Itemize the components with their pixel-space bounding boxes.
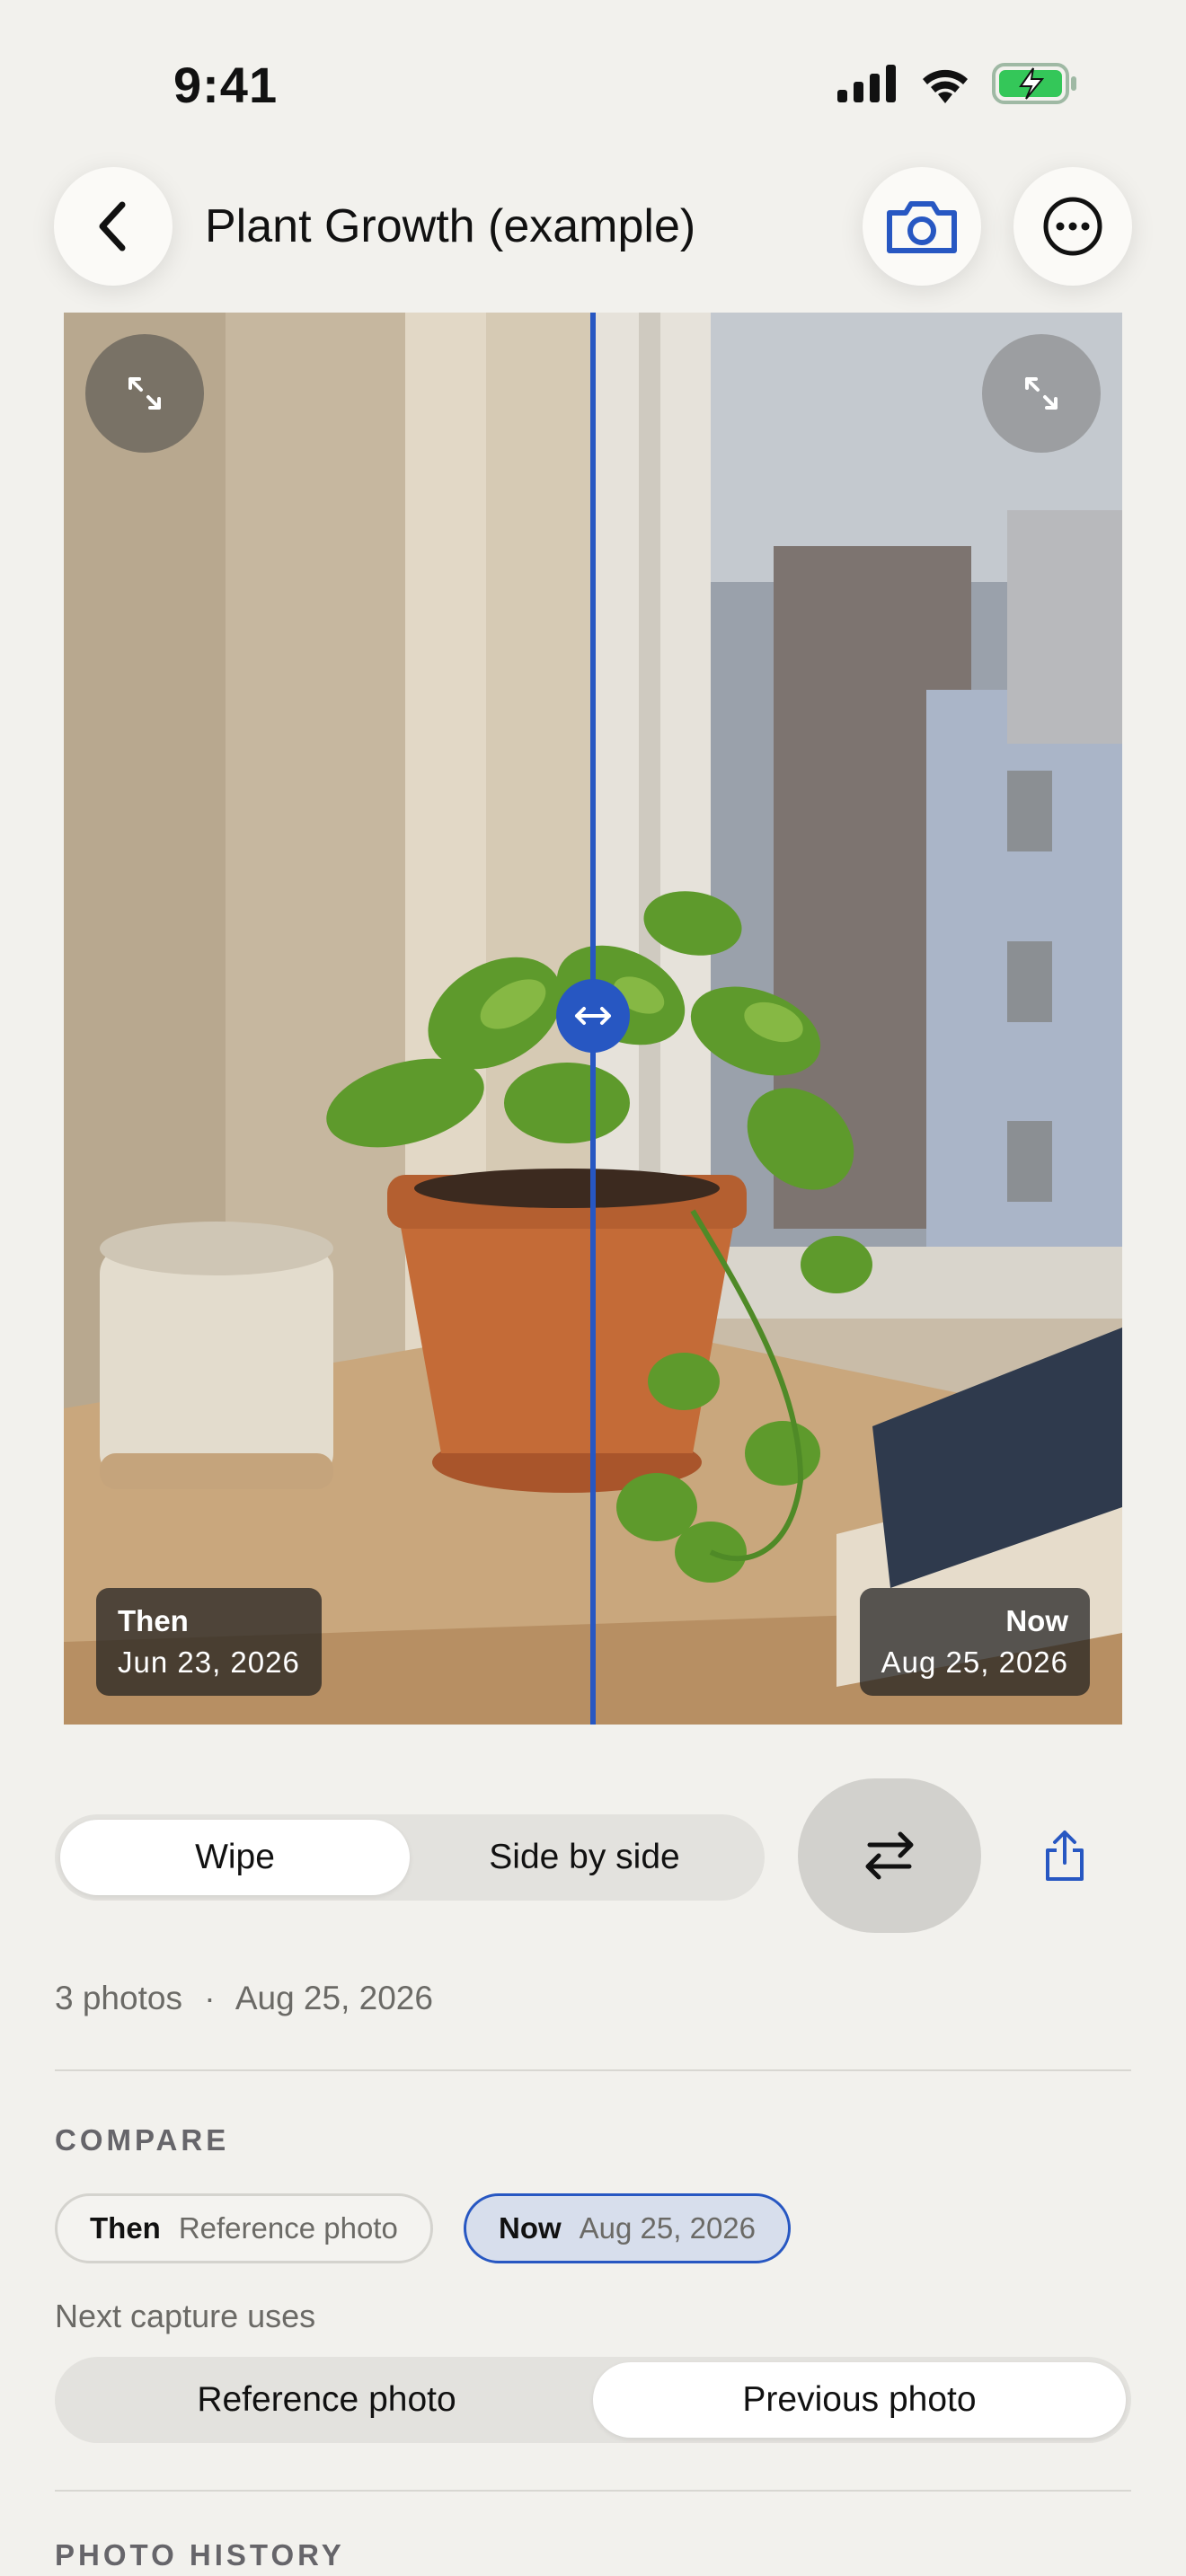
now-chip-value: Aug 25, 2026 bbox=[579, 2211, 757, 2245]
share-icon bbox=[1046, 1831, 1084, 1881]
then-label: Then bbox=[118, 1604, 189, 1637]
now-chip[interactable]: Now Aug 25, 2026 bbox=[464, 2193, 792, 2263]
camera-icon bbox=[887, 201, 957, 253]
cellular-signal-icon bbox=[837, 65, 896, 102]
expand-then-button[interactable] bbox=[85, 334, 204, 453]
now-date-label: Now Aug 25, 2026 bbox=[859, 1588, 1090, 1696]
then-date: Jun 23, 2026 bbox=[118, 1645, 300, 1679]
previous-photo-option[interactable]: Previous photo bbox=[593, 2362, 1126, 2438]
chevron-left-icon bbox=[99, 201, 126, 251]
comparison-photo[interactable]: Then Jun 23, 2026 Now Aug 25, 2026 bbox=[64, 313, 1122, 1725]
swap-button[interactable] bbox=[798, 1778, 981, 1933]
wipe-handle[interactable] bbox=[556, 979, 630, 1053]
summary-separator: · bbox=[204, 1980, 216, 2016]
then-date-label: Then Jun 23, 2026 bbox=[96, 1588, 322, 1696]
battery-charging-icon bbox=[992, 63, 1076, 104]
reference-photo-option[interactable]: Reference photo bbox=[60, 2362, 593, 2438]
expand-now-button[interactable] bbox=[982, 334, 1101, 453]
wifi-icon bbox=[923, 69, 968, 103]
share-button[interactable] bbox=[1044, 1829, 1085, 1887]
camera-button[interactable] bbox=[863, 167, 981, 286]
ellipsis-circle-icon bbox=[1043, 197, 1102, 256]
mode-wipe-option[interactable]: Wipe bbox=[60, 1820, 410, 1895]
now-date: Aug 25, 2026 bbox=[881, 1645, 1068, 1679]
then-chip[interactable]: Then Reference photo bbox=[55, 2193, 433, 2263]
then-chip-key: Then bbox=[90, 2211, 161, 2245]
photo-history-title: PHOTO HISTORY bbox=[55, 2538, 345, 2572]
then-chip-value: Reference photo bbox=[178, 2211, 398, 2245]
arrows-left-right-icon bbox=[575, 1007, 611, 1025]
now-chip-key: Now bbox=[499, 2211, 562, 2245]
summary-date: Aug 25, 2026 bbox=[235, 1980, 433, 2016]
next-capture-label: Next capture uses bbox=[55, 2298, 316, 2334]
divider bbox=[55, 2069, 1131, 2071]
swap-arrows-icon bbox=[865, 1831, 914, 1880]
back-button[interactable] bbox=[54, 167, 173, 286]
expand-icon bbox=[1025, 377, 1058, 410]
status-icons bbox=[837, 63, 1078, 104]
summary-line: 3 photos · Aug 25, 2026 bbox=[55, 1980, 433, 2017]
next-capture-toggle[interactable]: Reference photo Previous photo bbox=[55, 2357, 1131, 2443]
mode-toggle[interactable]: Wipe Side by side bbox=[55, 1814, 765, 1901]
more-button[interactable] bbox=[1013, 167, 1132, 286]
compare-section-title: COMPARE bbox=[55, 2123, 230, 2157]
page-title: Plant Growth (example) bbox=[205, 200, 696, 252]
expand-icon bbox=[128, 377, 161, 410]
divider bbox=[55, 2490, 1131, 2492]
now-label: Now bbox=[1005, 1604, 1068, 1637]
mode-side-by-side-option[interactable]: Side by side bbox=[410, 1820, 759, 1895]
photo-count: 3 photos bbox=[55, 1980, 182, 2016]
status-time: 9:41 bbox=[173, 57, 279, 113]
